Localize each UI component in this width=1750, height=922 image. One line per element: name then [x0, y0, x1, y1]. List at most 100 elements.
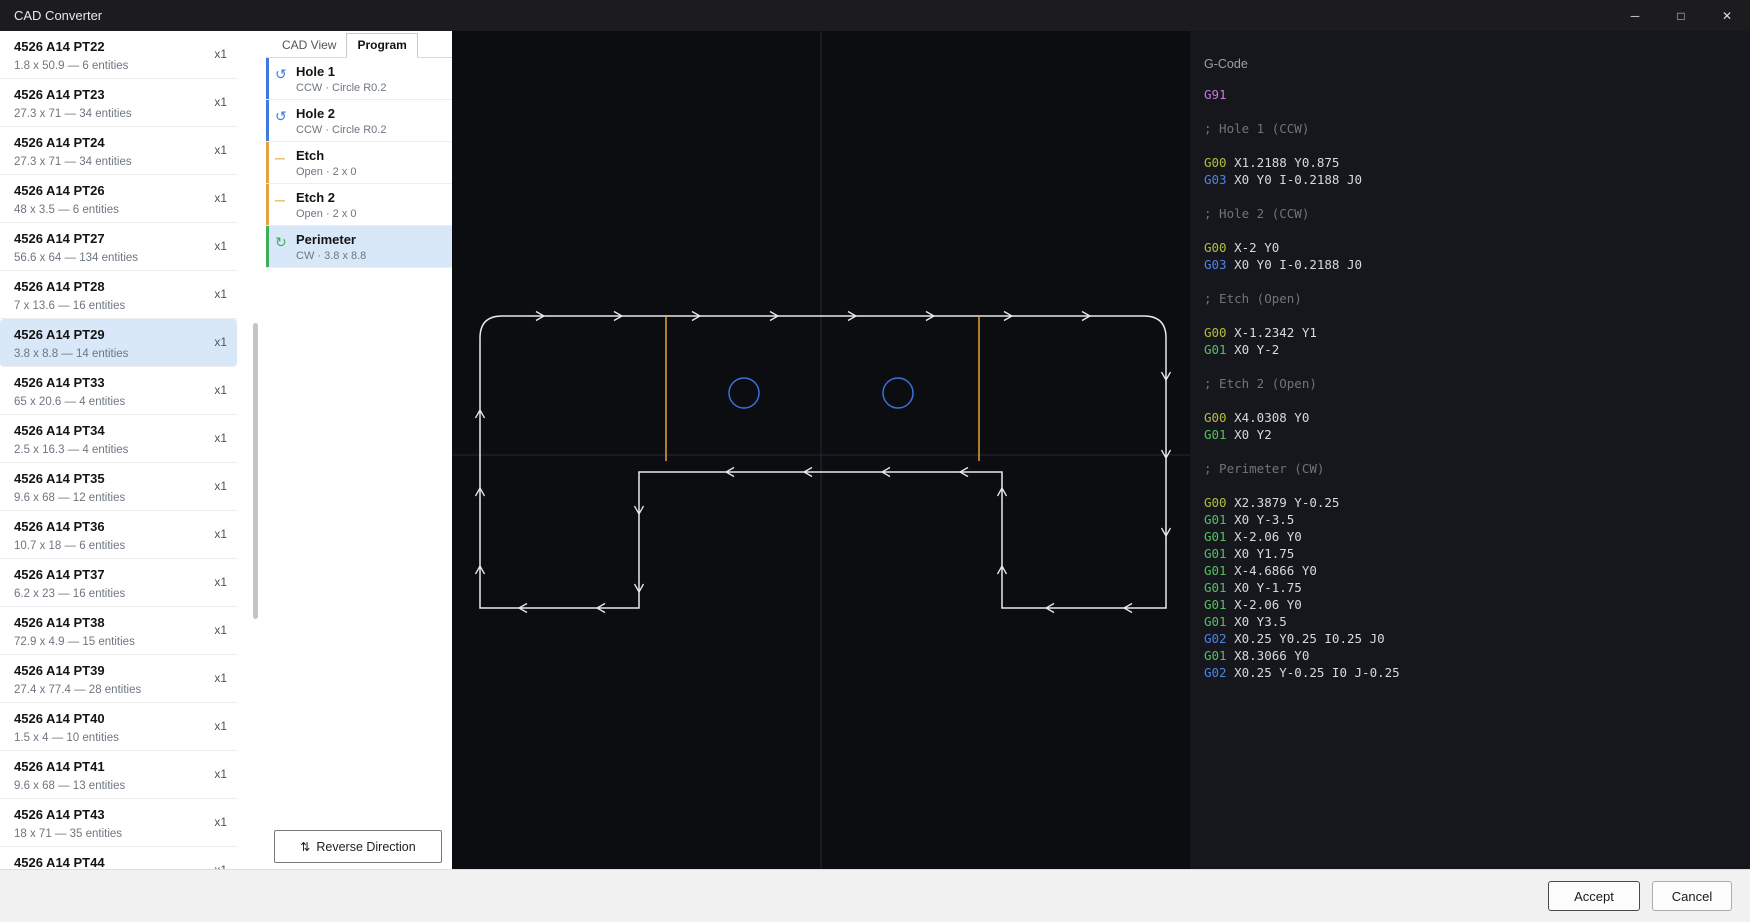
gcode-line: G03 X0 Y0 I-0.2188 J0 [1204, 171, 1750, 188]
operation-name: Hole 2 [296, 106, 452, 121]
tab-program[interactable]: Program [346, 33, 417, 58]
gcode-line: G01 X0 Y1.75 [1204, 545, 1750, 562]
part-quantity: x1 [214, 143, 227, 157]
part-list-item[interactable]: 4526 A14 PT39 x1 27.4 x 77.4 — 28 entiti… [0, 655, 237, 703]
gcode-line: ; Hole 1 (CCW) [1204, 120, 1750, 137]
sidebar-scrollbar[interactable] [253, 323, 258, 619]
part-meta: 9.6 x 68 — 13 entities [14, 780, 237, 792]
operation-direction-icon: ↺ [275, 67, 287, 81]
part-name: 4526 A14 PT41 [14, 759, 105, 774]
cad-canvas[interactable] [452, 31, 1190, 869]
main-content: 4526 A14 PT22 x1 1.8 x 50.9 — 6 entities… [0, 31, 1750, 869]
operation-list-item[interactable]: ↻ Perimeter CW · 3.8 x 8.8 [266, 226, 452, 268]
operation-accent-bar [266, 184, 269, 225]
part-meta: 27.3 x 71 — 34 entities [14, 156, 237, 168]
operation-list-item[interactable]: ↺ Hole 2 CCW · Circle R0.2 [266, 100, 452, 142]
gcode-line [1204, 443, 1750, 460]
part-name: 4526 A14 PT44 [14, 855, 105, 869]
part-meta: 3.8 x 8.8 — 14 entities [14, 348, 237, 360]
gcode-line [1204, 137, 1750, 154]
part-list-item[interactable]: 4526 A14 PT34 x1 2.5 x 16.3 — 4 entities [0, 415, 237, 463]
footer-bar: Accept Cancel [0, 869, 1750, 922]
part-list-item[interactable]: 4526 A14 PT35 x1 9.6 x 68 — 12 entities [0, 463, 237, 511]
operation-name: Hole 1 [296, 64, 452, 79]
operation-list-item[interactable]: ↺ Hole 1 CCW · Circle R0.2 [266, 58, 452, 100]
gcode-line: G01 X0 Y-3.5 [1204, 511, 1750, 528]
part-list-item[interactable]: 4526 A14 PT33 x1 65 x 20.6 — 4 entities [0, 367, 237, 415]
operation-meta: CCW · Circle R0.2 [296, 124, 452, 136]
tab-bar: CAD View Program [266, 31, 452, 58]
gcode-line [1204, 222, 1750, 239]
part-quantity: x1 [214, 815, 227, 829]
operation-direction-icon: ─ [275, 193, 285, 207]
tab-cad-view[interactable]: CAD View [272, 34, 346, 57]
part-list-item[interactable]: 4526 A14 PT27 x1 56.6 x 64 — 134 entitie… [0, 223, 237, 271]
part-meta: 1.5 x 4 — 10 entities [14, 732, 237, 744]
part-quantity: x1 [214, 863, 227, 869]
gcode-line: G91 [1204, 86, 1750, 103]
operation-list-item[interactable]: ─ Etch Open · 2 x 0 [266, 142, 452, 184]
reverse-direction-icon: ⇅ [300, 840, 310, 854]
part-name: 4526 A14 PT35 [14, 471, 105, 486]
part-name: 4526 A14 PT24 [14, 135, 105, 150]
part-quantity: x1 [214, 575, 227, 589]
accept-button[interactable]: Accept [1548, 881, 1640, 911]
part-list-item[interactable]: 4526 A14 PT40 x1 1.5 x 4 — 10 entities [0, 703, 237, 751]
part-list-item[interactable]: 4526 A14 PT24 x1 27.3 x 71 — 34 entities [0, 127, 237, 175]
part-meta: 27.3 x 71 — 34 entities [14, 108, 237, 120]
part-meta: 9.6 x 68 — 12 entities [14, 492, 237, 504]
operation-accent-bar [266, 58, 269, 99]
part-meta: 48 x 3.5 — 6 entities [14, 204, 237, 216]
part-list-item[interactable]: 4526 A14 PT37 x1 6.2 x 23 — 16 entities [0, 559, 237, 607]
operation-name: Etch [296, 148, 452, 163]
gcode-line [1204, 477, 1750, 494]
gcode-line: ; Perimeter (CW) [1204, 460, 1750, 477]
gcode-panel[interactable]: G-Code G91 ; Hole 1 (CCW) G00 X1.2188 Y0… [1190, 31, 1750, 869]
cancel-button[interactable]: Cancel [1652, 881, 1732, 911]
part-list-item[interactable]: 4526 A14 PT26 x1 48 x 3.5 — 6 entities [0, 175, 237, 223]
part-name: 4526 A14 PT43 [14, 807, 105, 822]
part-meta: 65 x 20.6 — 4 entities [14, 396, 237, 408]
part-meta: 10.7 x 18 — 6 entities [14, 540, 237, 552]
gcode-line: G00 X2.3879 Y-0.25 [1204, 494, 1750, 511]
reverse-direction-button[interactable]: ⇅ Reverse Direction [274, 830, 442, 863]
part-list-item[interactable]: 4526 A14 PT44 x1 [0, 847, 237, 869]
operation-direction-icon: ↻ [275, 235, 287, 249]
reverse-direction-label: Reverse Direction [316, 840, 415, 854]
gcode-line: G00 X-1.2342 Y1 [1204, 324, 1750, 341]
part-name: 4526 A14 PT40 [14, 711, 105, 726]
operation-direction-icon: ─ [275, 151, 285, 165]
operation-accent-bar [266, 142, 269, 183]
operation-name: Etch 2 [296, 190, 452, 205]
part-list-item[interactable]: 4526 A14 PT23 x1 27.3 x 71 — 34 entities [0, 79, 237, 127]
part-list-item[interactable]: 4526 A14 PT22 x1 1.8 x 50.9 — 6 entities [0, 31, 237, 79]
part-list: 4526 A14 PT22 x1 1.8 x 50.9 — 6 entities… [0, 31, 266, 869]
maximize-icon[interactable]: □ [1658, 0, 1704, 31]
program-panel: CAD View Program ↺ Hole 1 CCW · Circle R… [266, 31, 452, 869]
gcode-line: G01 X-2.06 Y0 [1204, 596, 1750, 613]
operation-meta: CW · 3.8 x 8.8 [296, 250, 452, 262]
gcode-line [1204, 103, 1750, 120]
gcode-line: G00 X1.2188 Y0.875 [1204, 154, 1750, 171]
gcode-line: G01 X-2.06 Y0 [1204, 528, 1750, 545]
part-list-item[interactable]: 4526 A14 PT43 x1 18 x 71 — 35 entities [0, 799, 237, 847]
window-controls: ─ □ ✕ [1612, 0, 1750, 31]
direction-arrows [476, 312, 1171, 613]
part-meta: 18 x 71 — 35 entities [14, 828, 237, 840]
part-name: 4526 A14 PT37 [14, 567, 105, 582]
part-meta: 1.8 x 50.9 — 6 entities [14, 60, 237, 72]
part-meta: 7 x 13.6 — 16 entities [14, 300, 237, 312]
operation-list-item[interactable]: ─ Etch 2 Open · 2 x 0 [266, 184, 452, 226]
part-quantity: x1 [214, 767, 227, 781]
part-meta: 72.9 x 4.9 — 15 entities [14, 636, 237, 648]
part-list-item[interactable]: 4526 A14 PT41 x1 9.6 x 68 — 13 entities [0, 751, 237, 799]
part-list-item[interactable]: 4526 A14 PT36 x1 10.7 x 18 — 6 entities [0, 511, 237, 559]
operation-accent-bar [266, 100, 269, 141]
close-icon[interactable]: ✕ [1704, 0, 1750, 31]
part-list-item[interactable]: 4526 A14 PT29 x1 3.8 x 8.8 — 14 entities [0, 319, 237, 367]
minimize-icon[interactable]: ─ [1612, 0, 1658, 31]
part-list-item[interactable]: 4526 A14 PT38 x1 72.9 x 4.9 — 15 entitie… [0, 607, 237, 655]
part-list-item[interactable]: 4526 A14 PT28 x1 7 x 13.6 — 16 entities [0, 271, 237, 319]
part-name: 4526 A14 PT27 [14, 231, 105, 246]
part-name: 4526 A14 PT34 [14, 423, 105, 438]
